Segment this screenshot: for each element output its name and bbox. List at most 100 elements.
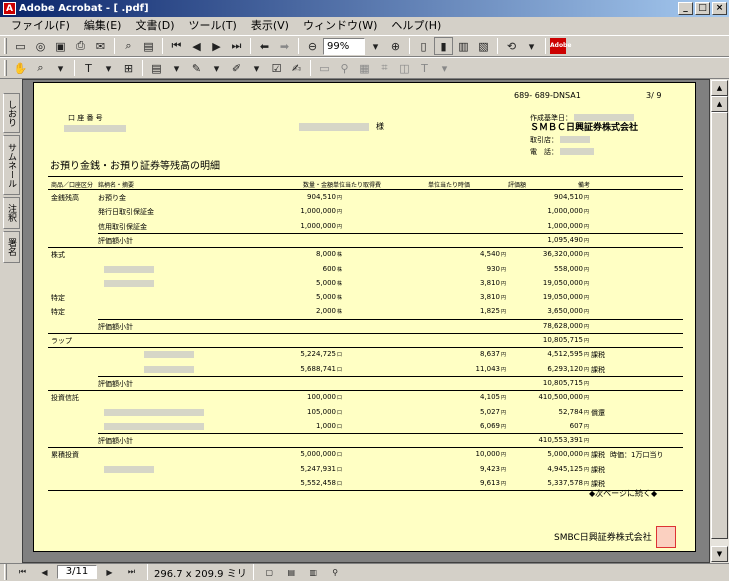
signature-tool-icon[interactable]: ✍ — [287, 59, 306, 77]
cell-vu: 円 — [584, 338, 590, 344]
touchup-object-icon[interactable]: ◫ — [395, 59, 414, 77]
cell-price: 4,105 — [479, 393, 500, 402]
menu-tools[interactable]: ツール(T) — [182, 17, 244, 35]
text-select-icon[interactable]: T — [79, 59, 98, 77]
doc-code: 689- 689-DNSA1 — [514, 91, 581, 100]
facing-icon[interactable]: ▥ — [304, 563, 323, 581]
next-page-icon[interactable]: ▶ — [207, 37, 226, 55]
cell-pu: 円 — [501, 366, 507, 373]
save-icon[interactable]: ▣ — [51, 37, 70, 55]
go-forward-icon[interactable]: ➡ — [275, 37, 294, 55]
cell-note: 課税 — [591, 465, 605, 474]
table-row: 特定 2,000 株 1,825 円 3,650,000 円 — [48, 304, 683, 318]
status-next-page-icon[interactable]: ▶ — [100, 563, 119, 581]
zoom-input[interactable]: 99% — [323, 37, 365, 55]
menu-file[interactable]: ファイル(F) — [4, 17, 77, 35]
crop-tool-icon[interactable]: ⌗ — [375, 59, 394, 77]
scroll-up-button[interactable]: ▲ — [711, 80, 728, 96]
menu-window[interactable]: ウィンドウ(W) — [296, 17, 384, 35]
zoom-in-icon[interactable]: ⊕ — [386, 37, 405, 55]
cell-pu: 円 — [501, 409, 507, 416]
page-number-field[interactable]: 3/11 — [57, 565, 97, 579]
fit-page-icon[interactable]: ▮ — [434, 37, 453, 55]
pencil-dropdown-icon[interactable]: ▾ — [207, 59, 226, 77]
cell-val: 1,000,000 — [547, 221, 583, 230]
menu-view[interactable]: 表示(V) — [244, 17, 296, 35]
tab-bookmarks[interactable]: しおり — [3, 93, 20, 133]
last-page-icon[interactable]: ⏭ — [227, 37, 246, 55]
fit-width-icon[interactable]: ▥ — [454, 37, 473, 55]
cell-c0: 投資信託 — [51, 394, 79, 403]
status-first-page-icon[interactable]: ⏮ — [13, 563, 32, 581]
zoom-dropdown-icon[interactable]: ▾ — [366, 37, 385, 55]
touchup-text-icon[interactable]: T — [415, 59, 434, 77]
nav-pane-icon[interactable]: ▤ — [139, 37, 158, 55]
status-prev-page-icon[interactable]: ◀ — [35, 563, 54, 581]
tools-toolbar: ✋ ⌕ ▾ T ▾ ⊞ ▤ ▾ ✎ ▾ ✐ ▾ ☑ ✍ ▭ ⚲ ▦ ⌗ ◫ T … — [0, 57, 729, 79]
zoom-out-icon[interactable]: ⊖ — [303, 37, 322, 55]
document-viewport[interactable]: 689- 689-DNSA1 3/ 9 口 座 番 号 様 作成基準日： ＳＭＢ… — [22, 79, 710, 563]
menu-edit[interactable]: 編集(E) — [77, 17, 129, 35]
open-icon[interactable]: ▭ — [11, 37, 30, 55]
menu-document[interactable]: 文書(D) — [128, 17, 181, 35]
menu-help[interactable]: ヘルプ(H) — [384, 17, 448, 35]
phone-label: 電 話： — [530, 148, 558, 156]
cell-pu: 円 — [501, 280, 507, 287]
statement-heading: お預り金銭・お預り証券等残高の明細 — [50, 161, 220, 172]
email-icon[interactable]: ✉ — [91, 37, 110, 55]
cell-pu: 円 — [501, 481, 507, 487]
zoom-tool-icon[interactable]: ⌕ — [31, 59, 50, 77]
form-tool-icon[interactable]: ☑ — [267, 59, 286, 77]
rotate-dropdown-icon[interactable]: ▾ — [522, 37, 541, 55]
cell-c1: 評価額小計 — [98, 236, 133, 245]
close-button[interactable]: × — [712, 2, 727, 15]
scroll-top-button[interactable]: ▲ — [711, 96, 728, 112]
touchup-dropdown-icon[interactable]: ▾ — [435, 59, 454, 77]
article-tool-icon[interactable]: ▭ — [315, 59, 334, 77]
highlight-dropdown-icon[interactable]: ▾ — [247, 59, 266, 77]
cell-price: 5,027 — [479, 407, 500, 416]
highlight-tool-icon[interactable]: ✐ — [227, 59, 246, 77]
tab-comments[interactable]: 注釈 — [3, 197, 20, 229]
single-page-icon[interactable]: ▢ — [260, 563, 279, 581]
cell-note: 課税 — [591, 351, 605, 360]
hand-tool-icon[interactable]: ✋ — [11, 59, 30, 77]
note-tool-icon[interactable]: ▤ — [147, 59, 166, 77]
minimize-button[interactable]: _ — [678, 2, 693, 15]
redacted-security-name — [144, 365, 194, 373]
footer-company: SMBC日興証券株式会社 — [554, 533, 652, 543]
main-toolbar: ▭ ◎ ▣ ⎙ ✉ ⌕ ▤ ⏮ ◀ ▶ ⏭ ⬅ ➡ ⊖ 99% ▾ ⊕ ▯ ▮ … — [0, 35, 729, 57]
web-open-icon[interactable]: ◎ — [31, 37, 50, 55]
redacted-security-name — [104, 422, 204, 430]
scroll-thumb[interactable] — [711, 112, 728, 539]
vertical-scrollbar[interactable]: ▲ ▲ ▼ — [710, 79, 729, 563]
text-select-dropdown-icon[interactable]: ▾ — [99, 59, 118, 77]
go-back-icon[interactable]: ⬅ — [255, 37, 274, 55]
note-dropdown-icon[interactable]: ▾ — [167, 59, 186, 77]
link-icon[interactable]: ⚲ — [326, 563, 345, 581]
zoom-tool-dropdown-icon[interactable]: ▾ — [51, 59, 70, 77]
tab-thumbnails[interactable]: サムネール — [3, 135, 20, 195]
actual-size-icon[interactable]: ▯ — [414, 37, 433, 55]
print-icon[interactable]: ⎙ — [71, 37, 90, 55]
cell-val: 558,000 — [554, 264, 583, 273]
scroll-down-button[interactable]: ▼ — [711, 546, 728, 562]
rotate-icon[interactable]: ⟲ — [502, 37, 521, 55]
movie-tool-icon[interactable]: ▦ — [355, 59, 374, 77]
status-last-page-icon[interactable]: ⏭ — [122, 563, 141, 581]
find-icon[interactable]: ⌕ — [119, 37, 138, 55]
continuous-icon[interactable]: ▤ — [282, 563, 301, 581]
link-tool-icon[interactable]: ⚲ — [335, 59, 354, 77]
adobe-logo-icon[interactable]: Adobe — [550, 38, 571, 54]
redacted-name — [299, 123, 369, 131]
maximize-button[interactable]: □ — [695, 2, 710, 15]
fit-visible-icon[interactable]: ▧ — [474, 37, 493, 55]
graphics-select-icon[interactable]: ⊞ — [119, 59, 138, 77]
prev-page-icon[interactable]: ◀ — [187, 37, 206, 55]
tab-signatures[interactable]: 署名 — [3, 231, 20, 263]
cell-c0: 特定 — [51, 308, 65, 317]
first-page-icon[interactable]: ⏮ — [167, 37, 186, 55]
cell-vu: 円 — [584, 395, 590, 402]
pencil-tool-icon[interactable]: ✎ — [187, 59, 206, 77]
table-row: 評価額小計 10,805,715 円 — [48, 376, 683, 390]
